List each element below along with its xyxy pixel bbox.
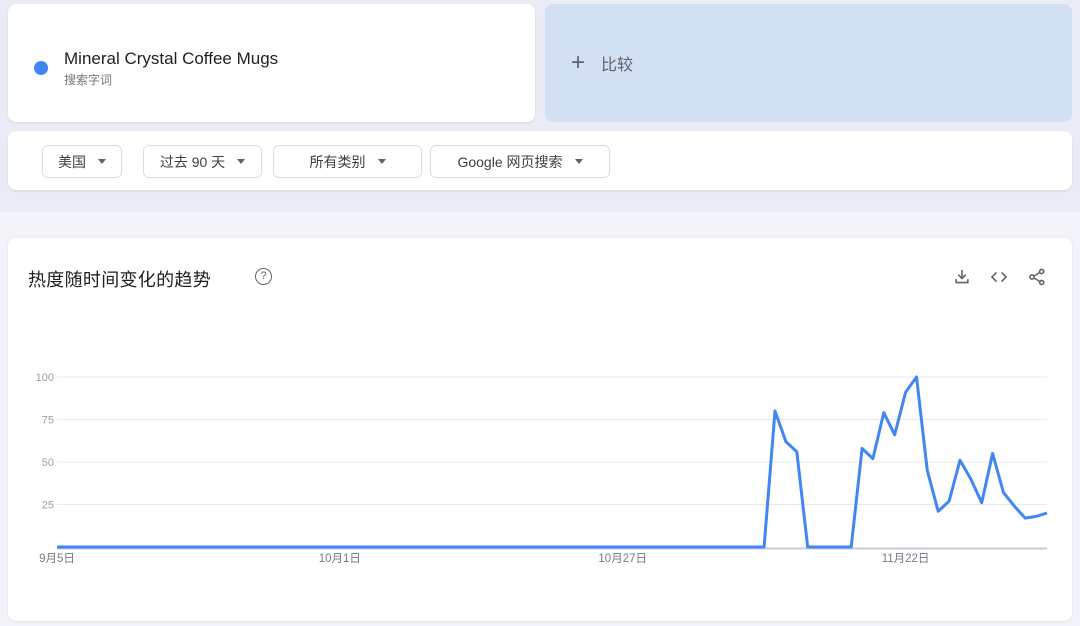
search-term-type-label: 搜索字词: [64, 73, 113, 87]
trend-line-chart[interactable]: 100 75 50 25 9月5日 10月1日 10月27日 11月22日: [8, 340, 1072, 600]
series-color-dot-icon: [34, 61, 48, 75]
x-tick-label: 11月22日: [882, 553, 930, 565]
compare-label: 比较: [601, 57, 634, 74]
trend-card-title: 热度随时间变化的趋势: [28, 270, 211, 290]
filter-category-label: 所有类别: [309, 153, 366, 170]
x-tick-label: 9月5日: [39, 553, 75, 565]
plus-icon: +: [571, 49, 586, 76]
embed-button[interactable]: [987, 265, 1011, 289]
embed-icon: [990, 271, 1008, 283]
caret-down-icon: [377, 159, 386, 164]
interest-over-time-card: 热度随时间变化的趋势 ? 100 75 50 25 9月5日 10月1日 10月27日 11月…: [8, 238, 1072, 621]
x-tick-label: 10月1日: [319, 553, 361, 565]
download-icon: [955, 269, 969, 284]
y-tick-label: 25: [42, 500, 54, 512]
add-comparison-card[interactable]: + 比较: [545, 4, 1072, 122]
download-button[interactable]: [950, 265, 974, 289]
share-button[interactable]: [1025, 265, 1049, 289]
filter-search-type-label: Google 网页搜索: [457, 153, 563, 170]
caret-down-icon: [237, 159, 246, 164]
filter-search-type-dropdown[interactable]: Google 网页搜索: [430, 145, 610, 178]
y-tick-label: 100: [36, 372, 54, 384]
trend-card-header: 热度随时间变化的趋势 ?: [8, 238, 1072, 302]
caret-down-icon: [98, 159, 106, 164]
help-icon[interactable]: ?: [255, 268, 272, 285]
filter-geo-dropdown[interactable]: 美国: [42, 145, 122, 178]
caret-down-icon: [574, 159, 583, 164]
page-background: { "term_card": { "term": "Mineral Crysta…: [0, 0, 1080, 626]
search-term-title: Mineral Crystal Coffee Mugs: [64, 49, 279, 68]
y-tick-label: 50: [42, 457, 54, 469]
search-term-card[interactable]: Mineral Crystal Coffee Mugs 搜索字词: [8, 4, 535, 122]
filter-time-dropdown[interactable]: 过去 90 天: [143, 145, 262, 178]
x-tick-label: 10月27日: [598, 553, 647, 565]
filter-bar: 美国 过去 90 天 所有类别 Google 网页搜索: [8, 131, 1072, 190]
filter-category-dropdown[interactable]: 所有类别: [273, 145, 422, 178]
filter-time-label: 过去 90 天: [159, 153, 226, 170]
share-icon: [1029, 268, 1045, 286]
y-tick-label: 75: [42, 415, 54, 427]
filter-geo-label: 美国: [58, 153, 86, 170]
